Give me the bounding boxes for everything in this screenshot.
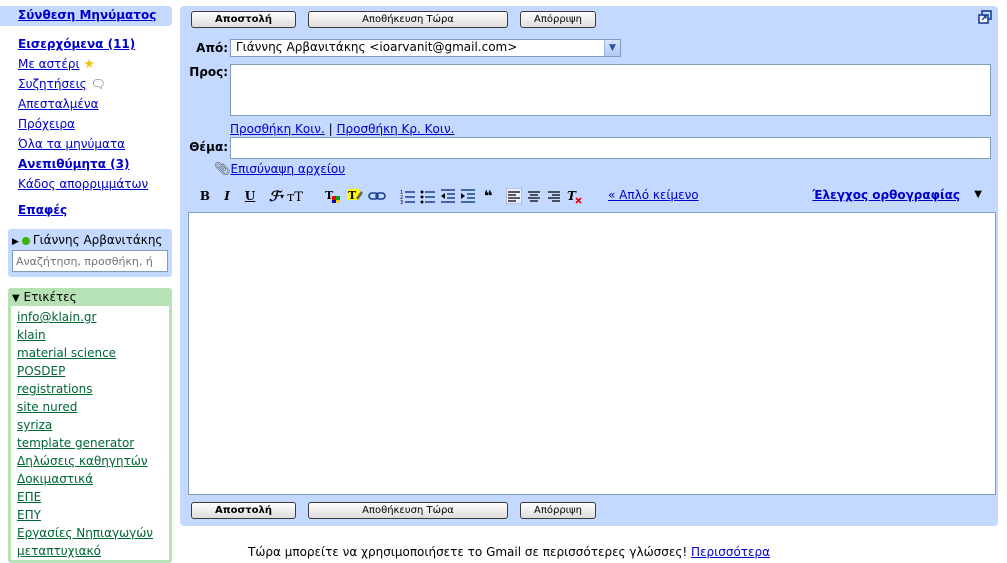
discard-button-bottom[interactable]: Απόρριψη [520, 502, 596, 519]
to-label: Προς: [189, 65, 228, 79]
compose-bar: Σύνθεση Μηνύματος [0, 6, 172, 26]
add-cc-link[interactable]: Προσθήκη Κοιν. [230, 122, 325, 136]
label-item[interactable]: Δηλώσεις καθηγητών [17, 453, 169, 471]
align-center-icon[interactable] [526, 188, 542, 204]
label-item[interactable]: template generator [17, 435, 169, 453]
subject-label: Θέμα: [189, 140, 228, 154]
message-body-editor[interactable] [188, 212, 996, 495]
online-status-icon [21, 236, 30, 245]
compose-mail-link[interactable]: Σύνθεση Μηνύματος [18, 8, 156, 22]
from-value: Γιάννης Αρβανιτάκης <ioarvanit@gmail.com… [236, 40, 518, 54]
cc-separator: | [328, 122, 333, 136]
label-item[interactable]: POSDEP [17, 363, 169, 381]
chat-panel: ▶ Γιάννης Αρβανιτάκης [8, 229, 172, 277]
svg-text:3: 3 [400, 200, 403, 204]
plain-text-link[interactable]: « Απλό κείμενο [608, 188, 699, 202]
nav-spam[interactable]: Ανεπιθύμητα (3) [18, 155, 148, 175]
chat-user-name: Γιάννης Αρβανιτάκης [32, 233, 163, 247]
nav-all-mail[interactable]: Όλα τα μηνύματα [18, 135, 148, 155]
label-item[interactable]: material science [17, 345, 169, 363]
label-item[interactable]: μεταπτυχιακό [17, 543, 169, 561]
font-icon[interactable]: ℱ ▾ тT [268, 188, 304, 205]
star-icon: ★ [83, 57, 96, 72]
label-item[interactable]: site nured [17, 399, 169, 417]
text-color-icon[interactable]: T [324, 188, 342, 204]
align-right-icon[interactable] [546, 188, 562, 204]
labels-panel: ▼ Ετικέτες info@klain.gr klain material … [8, 288, 172, 563]
label-list: info@klain.gr klain material science POS… [11, 306, 169, 561]
label-item[interactable]: klain [17, 327, 169, 345]
highlight-color-icon[interactable]: T [346, 188, 364, 204]
svg-text:▾: ▾ [280, 192, 284, 201]
cc-links: Προσθήκη Κοιν. | Προσθήκη Κρ. Κοιν. [230, 122, 454, 136]
spell-check-dropdown-icon[interactable]: ▼ [974, 189, 982, 200]
new-window-icon[interactable] [978, 10, 992, 24]
save-now-button-bottom[interactable]: Αποθήκευση Τώρα [308, 502, 508, 519]
nav-sent[interactable]: Απεσταλμένα [18, 95, 148, 115]
chat-search-input[interactable] [12, 250, 168, 272]
from-label: Από: [196, 41, 228, 55]
contacts-link[interactable]: Επαφές [18, 203, 67, 217]
nav-inbox[interactable]: Εισερχόμενα (11) [18, 35, 148, 55]
label-item[interactable]: registrations [17, 381, 169, 399]
nav-chats[interactable]: Συζητήσεις [18, 77, 87, 91]
chevron-down-icon[interactable]: ▼ [604, 40, 620, 56]
subject-field[interactable] [230, 137, 991, 159]
paperclip-icon: 📎︎ [214, 162, 231, 177]
indent-more-icon[interactable] [460, 188, 476, 204]
to-field[interactable] [230, 64, 991, 116]
link-icon[interactable] [368, 188, 386, 204]
quote-icon[interactable]: ❝ [480, 188, 496, 204]
underline-icon[interactable]: U [243, 188, 257, 204]
save-now-button[interactable]: Αποθήκευση Τώρα [308, 11, 508, 28]
collapse-triangle-icon[interactable]: ▼ [12, 293, 20, 304]
nav-chats-row: Συζητήσεις 🗨 [18, 75, 148, 95]
label-item[interactable]: ΕΠΥ [17, 507, 169, 525]
labels-title: Ετικέτες [23, 290, 77, 304]
send-button-bottom[interactable]: Αποστολή [191, 502, 296, 519]
remove-formatting-icon[interactable]: T [566, 188, 582, 204]
bulleted-list-icon[interactable] [420, 188, 436, 204]
svg-text:T: T [567, 189, 577, 203]
bold-icon[interactable]: B [198, 188, 212, 204]
italic-icon[interactable]: I [220, 188, 234, 204]
spell-check-link[interactable]: Έλεγχος ορθογραφίας [812, 188, 960, 202]
nav-trash[interactable]: Κάδος απορριμμάτων [18, 175, 148, 195]
nav-starred-row: Με αστέρι ★ [18, 55, 148, 75]
discard-button[interactable]: Απόρριψη [520, 11, 596, 28]
send-button[interactable]: Αποστολή [191, 11, 296, 28]
label-item[interactable]: syriza [17, 417, 169, 435]
svg-text:T: T [348, 189, 357, 202]
compose-panel: Αποστολή Αποθήκευση Τώρα Απόρριψη Από: Γ… [180, 6, 998, 526]
nav-starred[interactable]: Με αστέρι [18, 57, 80, 71]
label-item[interactable]: ΕΠΕ [17, 489, 169, 507]
svg-text:тT: тT [287, 190, 303, 204]
chat-bubble-icon: 🗨 [90, 77, 106, 91]
add-bcc-link[interactable]: Προσθήκη Κρ. Κοιν. [337, 122, 455, 136]
formatting-toolbar: B I U ℱ ▾ тT T T 123 ❝ T « Απλό κείμενο … [188, 186, 998, 208]
attach-file-link[interactable]: Επισύναψη αρχείου [231, 162, 346, 176]
chat-user-row[interactable]: ▶ Γιάννης Αρβανιτάκης [12, 232, 168, 250]
expand-triangle-icon[interactable]: ▶ [12, 237, 19, 247]
label-item[interactable]: Εργασίες Νηπιαγωγών [17, 525, 169, 543]
label-item[interactable]: Δοκιμαστικά [17, 471, 169, 489]
nav-drafts[interactable]: Πρόχειρα [18, 115, 148, 135]
from-select[interactable]: Γιάννης Αρβανιτάκης <ioarvanit@gmail.com… [230, 39, 621, 57]
left-navigation: Σύνθεση Μηνύματος Εισερχόμενα (11) Με ασ… [0, 0, 172, 563]
indent-less-icon[interactable] [440, 188, 456, 204]
numbered-list-icon[interactable]: 123 [400, 188, 416, 206]
label-item[interactable]: info@klain.gr [17, 309, 169, 327]
labels-header[interactable]: ▼ Ετικέτες [10, 290, 170, 306]
align-left-icon[interactable] [505, 187, 523, 205]
attach-row: 📎︎Επισύναψη αρχείου [214, 162, 345, 177]
folder-list: Εισερχόμενα (11) Με αστέρι ★ Συζητήσεις … [18, 35, 148, 195]
